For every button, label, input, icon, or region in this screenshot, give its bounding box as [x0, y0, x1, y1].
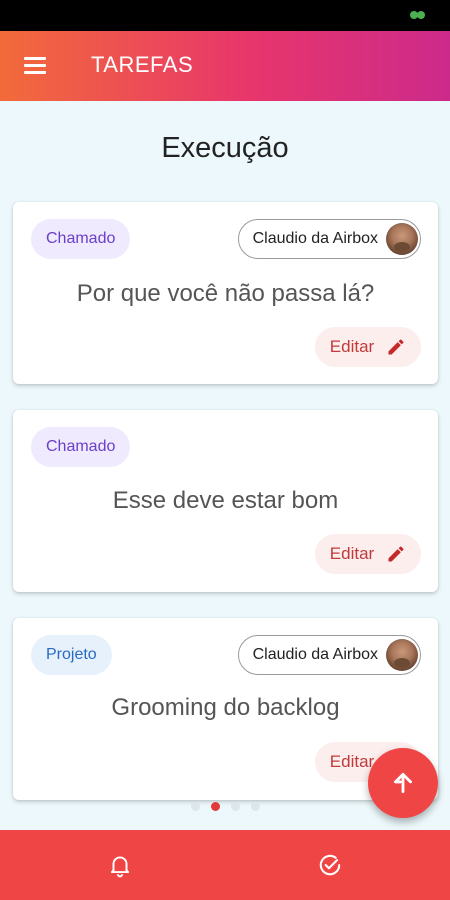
task-type-badge: Chamado: [31, 427, 131, 467]
edit-label: Editar: [329, 337, 375, 356]
page-dot[interactable]: [251, 802, 260, 811]
page-dot[interactable]: [191, 802, 200, 811]
avatar: [386, 223, 418, 255]
task-title: Grooming do backlog: [111, 694, 340, 721]
pencil-icon: [388, 339, 404, 355]
edit-label: Editar: [329, 752, 375, 771]
app-bar: TAREFAS: [0, 31, 450, 101]
edit-label: Editar: [329, 544, 375, 563]
task-title: Por que você não passa lá?: [76, 280, 375, 307]
avatar: [386, 639, 418, 671]
bell-icon: [110, 856, 130, 878]
assignee-name: Claudio da Airbox: [252, 230, 378, 247]
status-bar: [0, 0, 450, 31]
arrow-up-icon: [394, 772, 412, 794]
menu-icon[interactable]: [24, 54, 48, 78]
edit-button[interactable]: Editar: [315, 327, 421, 367]
pencil-icon: [388, 546, 404, 562]
task-type-badge: Projeto: [31, 635, 112, 675]
app-title: TAREFAS: [91, 52, 194, 77]
tasks-tab[interactable]: [317, 852, 343, 878]
task-title: Esse deve estar bom: [112, 487, 339, 514]
page-dot[interactable]: [231, 802, 240, 811]
edit-button[interactable]: Editar: [315, 534, 421, 574]
notifications-tab[interactable]: [107, 852, 133, 878]
bottom-nav: [0, 830, 450, 900]
page-dot-active[interactable]: [211, 802, 220, 811]
task-card[interactable]: Chamado Claudio da Airbox Por que você n…: [13, 202, 438, 384]
assignee-chip[interactable]: Claudio da Airbox: [237, 635, 421, 675]
task-card[interactable]: Chamado Esse deve estar bom Editar: [13, 410, 438, 592]
assignee-chip[interactable]: Claudio da Airbox: [237, 219, 421, 259]
scroll-top-button[interactable]: [368, 748, 438, 818]
assignee-name: Claudio da Airbox: [252, 646, 378, 663]
status-indicator: [417, 11, 425, 19]
check-circle-icon: [319, 854, 341, 876]
task-type-badge: Chamado: [31, 219, 131, 259]
page-title: Execução: [161, 132, 289, 164]
